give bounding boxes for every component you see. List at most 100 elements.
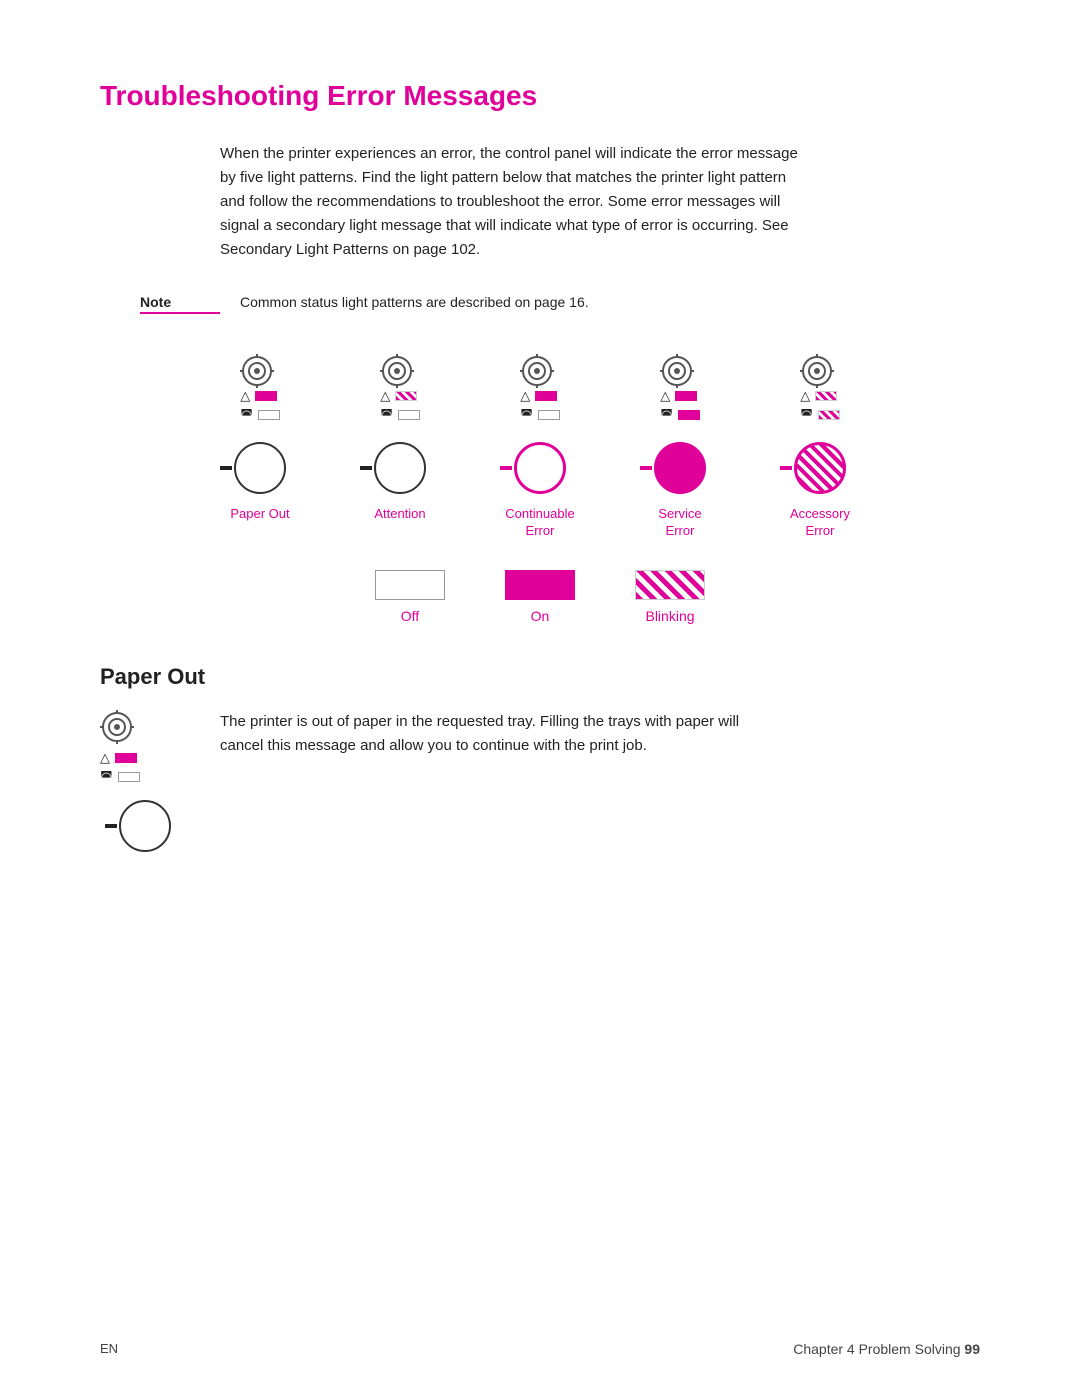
target-icon-small bbox=[100, 710, 134, 744]
paper-out-content: △ ◚ The printer is out of paper in the r… bbox=[100, 710, 980, 856]
diagram-continuable: △ ◚ ContinuableError bbox=[485, 354, 595, 540]
crescent-icon: ◚ bbox=[660, 407, 673, 423]
crescent-icon: ◚ bbox=[380, 407, 393, 423]
target-icon-5 bbox=[800, 354, 834, 388]
handle-dark bbox=[220, 466, 232, 470]
light-indicator-off bbox=[258, 410, 280, 420]
handle-pink bbox=[500, 466, 512, 470]
diagrams-section: △ ◚ Paper Out bbox=[100, 354, 980, 540]
label-continuable: ContinuableError bbox=[505, 506, 574, 540]
light-indicator-blink bbox=[395, 391, 417, 401]
intro-text: When the printer experiences an error, t… bbox=[220, 142, 800, 262]
legend-box-on bbox=[505, 570, 575, 600]
triangle-icon: △ bbox=[240, 388, 250, 404]
legend-section: Off On Blinking bbox=[100, 570, 980, 624]
crescent-icon: ◚ bbox=[800, 407, 813, 423]
page-title: Troubleshooting Error Messages bbox=[100, 80, 980, 112]
triangle-icon: △ bbox=[800, 388, 810, 404]
circle-accessory bbox=[790, 438, 850, 498]
light-row-po1: △ bbox=[100, 750, 137, 766]
label-attention: Attention bbox=[374, 506, 425, 523]
circle-main-pink-blink bbox=[794, 442, 846, 494]
light-row-2d: ◚ bbox=[660, 407, 700, 423]
crescent-icon: ◚ bbox=[240, 407, 253, 423]
light-row-2e: ◚ bbox=[800, 407, 840, 423]
light-row-2a: ◚ bbox=[240, 407, 280, 423]
page-container: Troubleshooting Error Messages When the … bbox=[0, 0, 1080, 916]
target-icon-3 bbox=[520, 354, 554, 388]
circle-main bbox=[374, 442, 426, 494]
circle-attention bbox=[370, 438, 430, 498]
light-row-2b: ◚ bbox=[380, 407, 420, 423]
circle-service bbox=[650, 438, 710, 498]
legend-label-blinking: Blinking bbox=[645, 608, 694, 624]
light-panel-attention: △ ◚ bbox=[380, 354, 420, 426]
diagram-attention: △ ◚ Attention bbox=[345, 354, 455, 540]
note-label: Note bbox=[140, 294, 220, 314]
light-row-1b: △ bbox=[380, 388, 417, 404]
target-icon-1 bbox=[240, 354, 274, 388]
legend-box-blink bbox=[635, 570, 705, 600]
note-row: Note Common status light patterns are de… bbox=[140, 292, 980, 314]
circle-continuable bbox=[510, 438, 570, 498]
paper-out-description: The printer is out of paper in the reque… bbox=[220, 710, 780, 758]
triangle-icon: △ bbox=[380, 388, 390, 404]
light-indicator-off bbox=[538, 410, 560, 420]
note-text: Common status light patterns are describ… bbox=[240, 292, 589, 313]
legend-blinking: Blinking bbox=[635, 570, 705, 624]
circle-main-pink-full bbox=[654, 442, 706, 494]
light-row-1e: △ bbox=[800, 388, 837, 404]
handle-dark-small bbox=[105, 824, 117, 828]
light-row-po2: ◚ bbox=[100, 769, 140, 785]
paper-out-title: Paper Out bbox=[100, 664, 980, 690]
triangle-icon: △ bbox=[100, 750, 110, 766]
triangle-icon: △ bbox=[660, 388, 670, 404]
light-indicator-on bbox=[678, 410, 700, 420]
light-row-2c: ◚ bbox=[520, 407, 560, 423]
legend-off: Off bbox=[375, 570, 445, 624]
handle-pink bbox=[780, 466, 792, 470]
light-indicator-off bbox=[398, 410, 420, 420]
light-panel-service: △ ◚ bbox=[660, 354, 700, 426]
legend-box-off bbox=[375, 570, 445, 600]
light-indicator-on bbox=[535, 391, 557, 401]
footer: EN Chapter 4 Problem Solving 99 bbox=[100, 1341, 980, 1357]
triangle-icon: △ bbox=[520, 388, 530, 404]
legend-label-on: On bbox=[531, 608, 550, 624]
light-panel-paper-out: △ ◚ bbox=[240, 354, 280, 426]
page-number: 99 bbox=[964, 1341, 980, 1357]
light-on-small bbox=[115, 753, 137, 763]
target-icon-4 bbox=[660, 354, 694, 388]
light-off-small bbox=[118, 772, 140, 782]
light-indicator-blink bbox=[818, 410, 840, 420]
label-paper-out: Paper Out bbox=[230, 506, 289, 523]
paper-out-small-diagram: △ ◚ bbox=[100, 710, 190, 856]
light-row-1a: △ bbox=[240, 388, 277, 404]
circle-paper-out bbox=[230, 438, 290, 498]
legend-label-off: Off bbox=[401, 608, 419, 624]
label-accessory-error: AccessoryError bbox=[790, 506, 850, 540]
diagram-service-error: △ ◚ ServiceError bbox=[625, 354, 735, 540]
footer-right: Chapter 4 Problem Solving 99 bbox=[793, 1341, 980, 1357]
light-row-1c: △ bbox=[520, 388, 557, 404]
crescent-icon: ◚ bbox=[100, 769, 113, 785]
target-icon-2 bbox=[380, 354, 414, 388]
handle-pink bbox=[640, 466, 652, 470]
light-indicator-on bbox=[255, 391, 277, 401]
handle-dark bbox=[360, 466, 372, 470]
diagram-accessory-error: △ ◚ AccessoryError bbox=[765, 354, 875, 540]
circle-main bbox=[234, 442, 286, 494]
diagram-paper-out: △ ◚ Paper Out bbox=[205, 354, 315, 540]
circle-main-pink-border bbox=[514, 442, 566, 494]
legend-on: On bbox=[505, 570, 575, 624]
light-indicator-on bbox=[675, 391, 697, 401]
light-row-1d: △ bbox=[660, 388, 697, 404]
circle-small bbox=[119, 800, 171, 852]
light-panel-continuable: △ ◚ bbox=[520, 354, 560, 426]
footer-left: EN bbox=[100, 1341, 118, 1357]
crescent-icon: ◚ bbox=[520, 407, 533, 423]
circle-paper-out-small bbox=[115, 796, 175, 856]
light-panel-accessory: △ ◚ bbox=[800, 354, 840, 426]
label-service-error: ServiceError bbox=[658, 506, 701, 540]
light-indicator-blink bbox=[815, 391, 837, 401]
